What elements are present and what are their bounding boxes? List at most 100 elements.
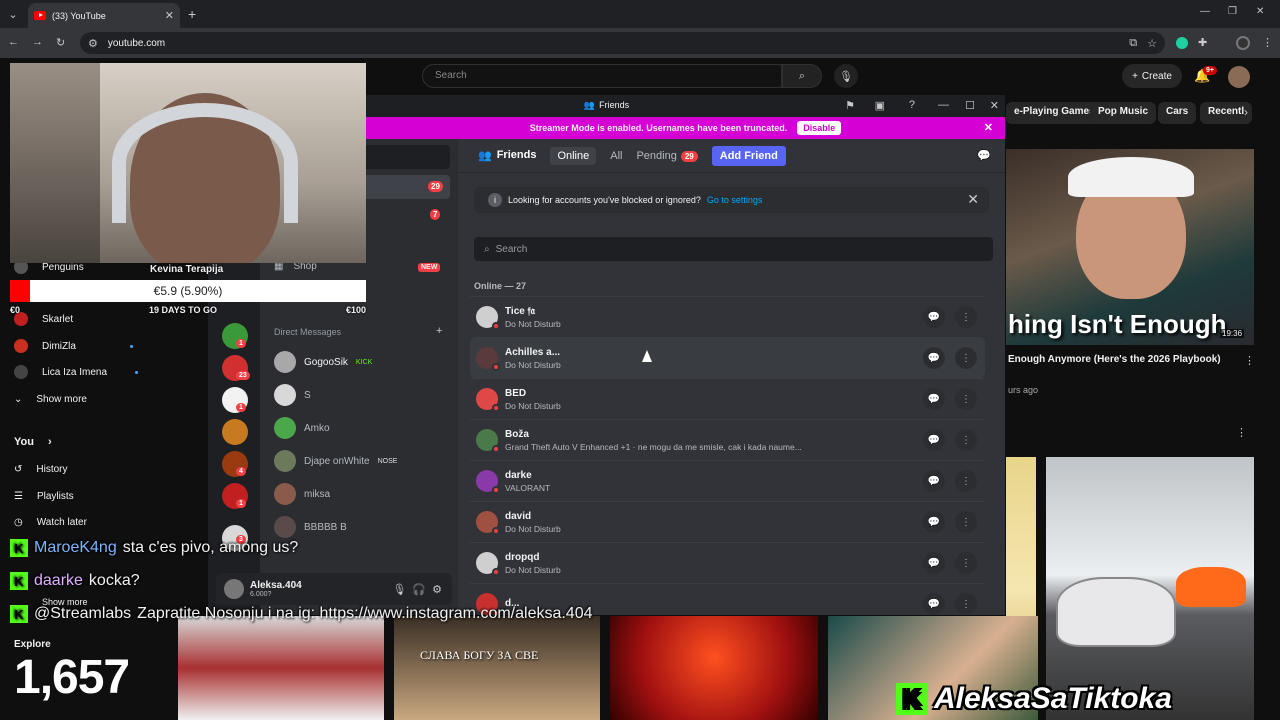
webcam-overlay bbox=[10, 63, 366, 263]
youtube-search-input[interactable]: Search bbox=[422, 64, 782, 88]
nose-tag: NOSE bbox=[377, 457, 398, 465]
reload-icon[interactable]: ↻ bbox=[56, 36, 65, 49]
add-friend-button[interactable]: Add Friend bbox=[711, 145, 786, 166]
video-title[interactable]: Enough Anymore (Here's the 2026 Playbook… bbox=[1008, 354, 1238, 365]
message-icon[interactable]: 💬 bbox=[923, 347, 945, 369]
chip-cars[interactable]: Cars bbox=[1158, 102, 1197, 124]
video-menu-icon[interactable]: ⋮ bbox=[1244, 354, 1255, 367]
browser-tab[interactable]: (33) YouTube ✕ bbox=[28, 3, 180, 28]
more-options-icon[interactable]: ⋮ bbox=[955, 347, 977, 369]
message-icon[interactable]: 💬 bbox=[923, 511, 945, 533]
profile-icon[interactable] bbox=[1236, 36, 1250, 50]
more-options-icon[interactable]: ⋮ bbox=[955, 552, 977, 574]
video-thumbnail-bread[interactable]: СЛАВА БОГУ ЗА СВЕ bbox=[394, 616, 600, 720]
dm-item[interactable]: GogooSik KICK bbox=[274, 348, 372, 376]
new-group-dm-icon[interactable]: 💬 bbox=[977, 149, 991, 162]
maximize-icon[interactable]: ☐ bbox=[965, 99, 975, 112]
more-options-icon[interactable]: ⋮ bbox=[955, 593, 977, 615]
go-to-settings-link[interactable]: Go to settings bbox=[707, 195, 763, 205]
tab-pending[interactable]: Pending 29 bbox=[636, 150, 698, 162]
avatar[interactable] bbox=[224, 579, 244, 599]
search-icon[interactable]: ⌕ bbox=[782, 64, 822, 88]
close-icon[interactable]: ✕ bbox=[990, 99, 999, 112]
tab-all[interactable]: All bbox=[610, 150, 622, 162]
history-icon: ↺ bbox=[14, 463, 23, 475]
extensions-puzzle-icon[interactable]: ✚ bbox=[1198, 36, 1207, 49]
sidebar-you[interactable]: You › bbox=[14, 431, 52, 453]
install-app-icon[interactable]: ⧉ bbox=[1129, 37, 1137, 50]
friends-search-input[interactable]: ⌕ Search bbox=[474, 237, 993, 261]
maximize-window-icon[interactable]: ❐ bbox=[1228, 6, 1237, 17]
sidebar-sub-lica[interactable]: Lica Iza Imena bbox=[14, 361, 139, 383]
forward-icon[interactable]: → bbox=[32, 36, 43, 48]
chip-roleplaying[interactable]: e-Playing Games bbox=[1006, 102, 1103, 124]
friend-row[interactable]: dropqd Do Not Disturb 💬 ⋮ bbox=[470, 542, 985, 583]
video-thumbnail[interactable]: hing Isn't Enough 19:36 bbox=[1006, 149, 1254, 345]
video-thumbnail-snow[interactable] bbox=[178, 616, 384, 720]
avatar[interactable] bbox=[1228, 66, 1250, 88]
video-thumbnail-volcano[interactable] bbox=[610, 616, 818, 720]
friend-row[interactable]: Achilles a... Do Not Disturb 💬 ⋮ bbox=[470, 337, 985, 378]
more-options-icon[interactable]: ⋮ bbox=[955, 306, 977, 328]
headphones-icon[interactable]: 🎧 bbox=[412, 583, 426, 596]
help-icon[interactable]: ? bbox=[909, 99, 915, 111]
sidebar-sub-dimizla[interactable]: DimiZla bbox=[14, 335, 133, 357]
microphone-icon[interactable]: 🎙 bbox=[392, 583, 406, 596]
friend-row[interactable]: BED Do Not Disturb 💬 ⋮ bbox=[470, 378, 985, 419]
friend-row[interactable]: Boža Grand Theft Auto V Enhanced +1 · ne … bbox=[470, 419, 985, 460]
sidebar-watch-later[interactable]: ◷ Watch later bbox=[14, 511, 87, 533]
message-icon[interactable]: 💬 bbox=[923, 552, 945, 574]
inbox-icon[interactable]: ▣ bbox=[875, 99, 885, 112]
dm-item[interactable]: Amko bbox=[274, 414, 330, 442]
more-options-icon[interactable]: ⋮ bbox=[955, 429, 977, 451]
settings-gear-icon[interactable]: ⚙ bbox=[432, 583, 442, 596]
bookmark-star-icon[interactable]: ☆ bbox=[1147, 37, 1157, 50]
minimize-window-icon[interactable]: — bbox=[1200, 6, 1210, 17]
friend-actions: 💬 ⋮ bbox=[923, 347, 977, 369]
more-options-icon[interactable]: ⋮ bbox=[955, 388, 977, 410]
close-window-icon[interactable]: ✕ bbox=[1256, 6, 1264, 17]
site-info-icon[interactable]: ⚙ bbox=[88, 37, 98, 50]
tab-online[interactable]: Online bbox=[550, 146, 597, 165]
dm-item[interactable]: miksa bbox=[274, 480, 330, 508]
new-tab-icon[interactable]: + bbox=[188, 6, 196, 22]
friend-row[interactable]: david Do Not Disturb 💬 ⋮ bbox=[470, 501, 985, 542]
dm-item[interactable]: S bbox=[274, 381, 311, 409]
chip-next-chevron-icon[interactable]: › bbox=[1244, 105, 1248, 119]
section-menu-icon[interactable]: ⋮ bbox=[1236, 426, 1247, 439]
tab-list-icon[interactable]: ⌄ bbox=[6, 7, 20, 21]
minimize-icon[interactable]: — bbox=[938, 99, 949, 111]
message-icon[interactable]: 💬 bbox=[923, 429, 945, 451]
sidebar-show-more[interactable]: ⌄ Show more bbox=[14, 388, 87, 410]
video-meta: urs ago bbox=[1008, 385, 1039, 395]
create-button[interactable]: + Create bbox=[1122, 64, 1182, 88]
message-icon[interactable]: 💬 bbox=[923, 306, 945, 328]
extension-icon[interactable] bbox=[1176, 37, 1188, 49]
close-icon[interactable]: ✕ bbox=[984, 121, 993, 134]
server-icon[interactable] bbox=[222, 419, 248, 445]
browser-toolbar: ← → ↻ ⚙ youtube.com ⧉ ☆ ✚ ⋮ bbox=[0, 28, 1280, 58]
menu-dots-icon[interactable]: ⋮ bbox=[1262, 36, 1273, 49]
disable-streamer-mode-button[interactable]: Disable bbox=[797, 121, 842, 135]
back-icon[interactable]: ← bbox=[8, 36, 19, 48]
friend-row[interactable]: Tice 𝔣𝔞 Do Not Disturb 💬 ⋮ bbox=[470, 296, 985, 337]
sidebar-history[interactable]: ↺ History bbox=[14, 458, 68, 480]
donation-min: €0 bbox=[10, 305, 21, 315]
friend-actions: 💬 ⋮ bbox=[923, 511, 977, 533]
microphone-icon[interactable]: 🎙 bbox=[834, 64, 858, 88]
friend-row[interactable]: darke VALORANT 💬 ⋮ bbox=[470, 460, 985, 501]
close-icon[interactable]: ✕ bbox=[967, 191, 979, 208]
more-options-icon[interactable]: ⋮ bbox=[955, 511, 977, 533]
address-bar[interactable]: ⚙ youtube.com ⧉ ☆ bbox=[80, 32, 1165, 54]
sidebar-playlists[interactable]: ☰ Playlists bbox=[14, 485, 74, 507]
flag-icon[interactable]: ⚑ bbox=[845, 99, 855, 112]
close-tab-icon[interactable]: ✕ bbox=[165, 9, 174, 22]
new-dm-plus-icon[interactable]: + bbox=[436, 325, 442, 337]
message-icon[interactable]: 💬 bbox=[923, 593, 945, 615]
message-icon[interactable]: 💬 bbox=[923, 388, 945, 410]
friend-status: Do Not Disturb bbox=[505, 400, 561, 411]
chip-pop-music[interactable]: Pop Music bbox=[1090, 102, 1157, 124]
more-options-icon[interactable]: ⋮ bbox=[955, 470, 977, 492]
dm-item[interactable]: Djape onWhite NOSE bbox=[274, 447, 397, 475]
message-icon[interactable]: 💬 bbox=[923, 470, 945, 492]
